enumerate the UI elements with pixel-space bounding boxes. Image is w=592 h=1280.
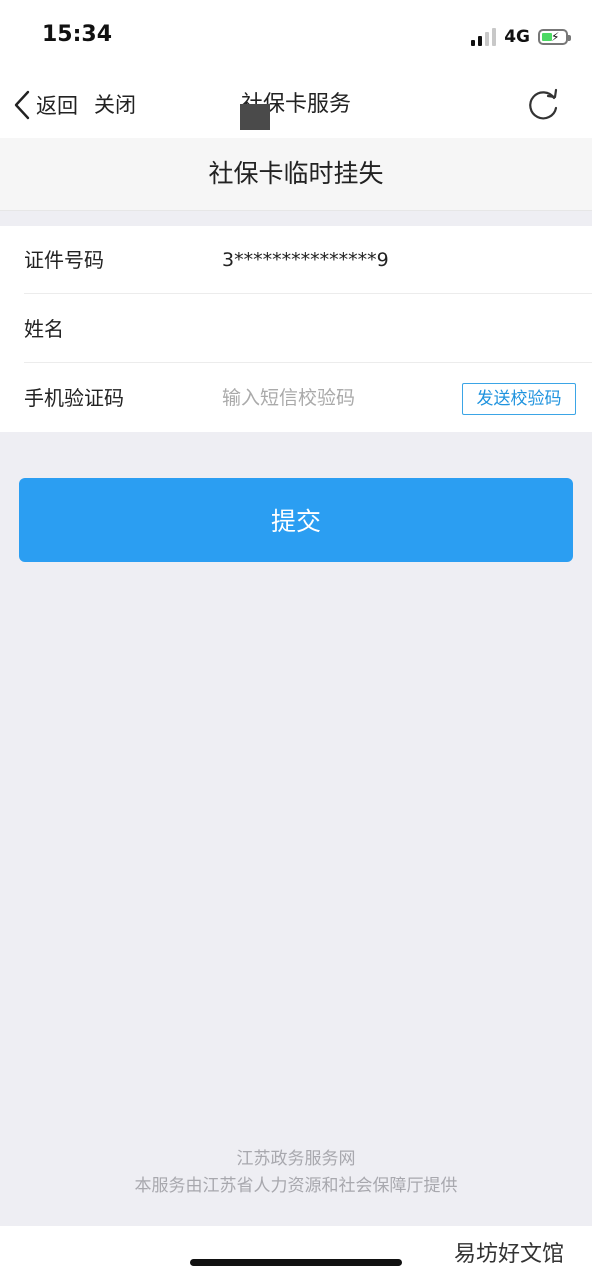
send-code-button[interactable]: 发送校验码 [462,383,576,415]
nav-title: 社保卡服务 [240,92,351,117]
sms-code-label: 手机验证码 [24,386,124,410]
loss-report-form: 证件号码 3***************9 姓名 手机验证码 发送校验码 [0,226,592,432]
status-bar: 15:34 4G ⚡ [0,0,592,72]
status-indicators: 4G ⚡ [471,24,571,50]
close-button[interactable]: 关闭 [94,88,136,122]
id-number-value: 3***************9 [222,249,389,271]
name-label: 姓名 [24,317,64,341]
network-type-label: 4G [504,27,530,47]
sms-code-row: 手机验证码 发送校验码 [0,364,592,432]
id-number-row: 证件号码 3***************9 [0,226,592,294]
back-button[interactable]: 返回 [12,88,78,122]
refresh-icon[interactable] [524,86,562,124]
battery-charging-icon: ⚡ [538,29,571,45]
sms-code-input[interactable] [222,382,442,414]
home-indicator[interactable] [190,1259,402,1266]
status-time: 15:34 [42,22,113,47]
divider [24,293,592,294]
back-button-label: 返回 [36,94,78,118]
page-title: 社保卡临时挂失 [0,138,592,211]
id-number-label: 证件号码 [24,248,104,272]
footer-site-name: 江苏政务服务网 [236,1149,356,1169]
divider [24,362,592,363]
footer-provider-note: 本服务由江苏省人力资源和社会保障厅提供 [134,1176,458,1196]
signal-strength-icon [471,28,497,46]
submit-button[interactable]: 提交 [19,478,573,562]
name-row: 姓名 [0,295,592,363]
watermark-text: 易坊好文馆 [449,1234,568,1270]
redacted-name-block [240,104,270,130]
nav-bar: 返回 关闭 社保卡服务 [0,72,592,138]
chevron-left-icon [14,90,30,120]
